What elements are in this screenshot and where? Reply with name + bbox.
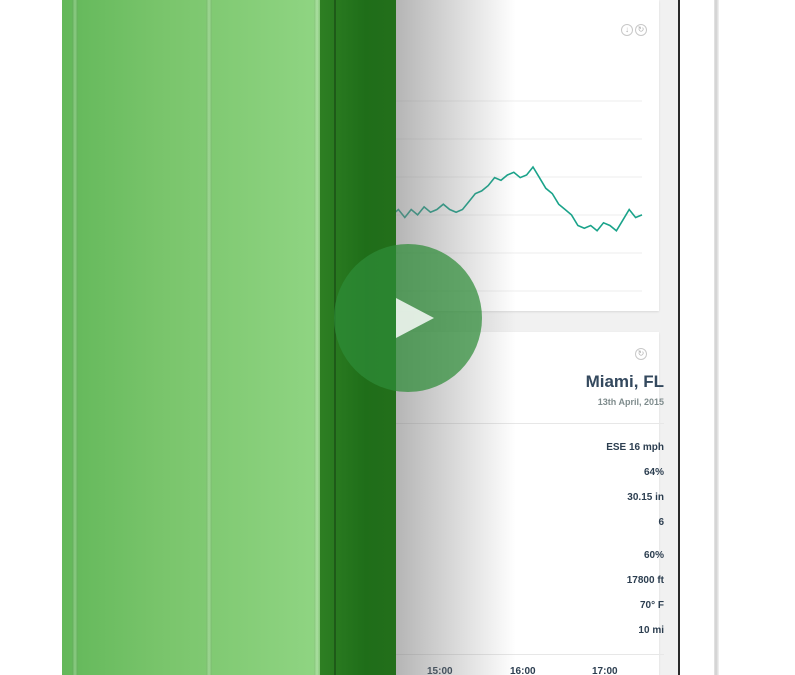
play-button[interactable] xyxy=(334,244,482,392)
stat-ceiling: 17800 ft xyxy=(626,575,664,586)
stat-visibility: 10 mi xyxy=(638,625,664,636)
stat-pressure: 30.15 in xyxy=(627,492,664,503)
play-icon xyxy=(396,298,434,338)
stat-dew-point: 70° F xyxy=(639,600,664,611)
stat-cloud-cover: 60% xyxy=(643,550,664,561)
stat-wind: ESE 16 mph xyxy=(606,442,664,453)
refresh-icon[interactable]: ↻ xyxy=(635,348,647,360)
stat-humidity: 64% xyxy=(643,467,664,478)
divider xyxy=(396,654,664,655)
time-label: 17:00 xyxy=(592,666,618,675)
green-cover xyxy=(62,0,322,675)
forecast-date: 13th April, 2015 xyxy=(597,397,664,407)
city-title: Miami, FL xyxy=(585,372,664,391)
device-frame-edge xyxy=(714,0,719,675)
cover-fold xyxy=(72,0,78,675)
stat-uv-index: 6 xyxy=(658,517,664,528)
time-label: 15:00 xyxy=(427,666,453,675)
cover-fold xyxy=(206,0,212,675)
divider xyxy=(396,423,664,424)
time-label: 16:00 xyxy=(510,666,536,675)
